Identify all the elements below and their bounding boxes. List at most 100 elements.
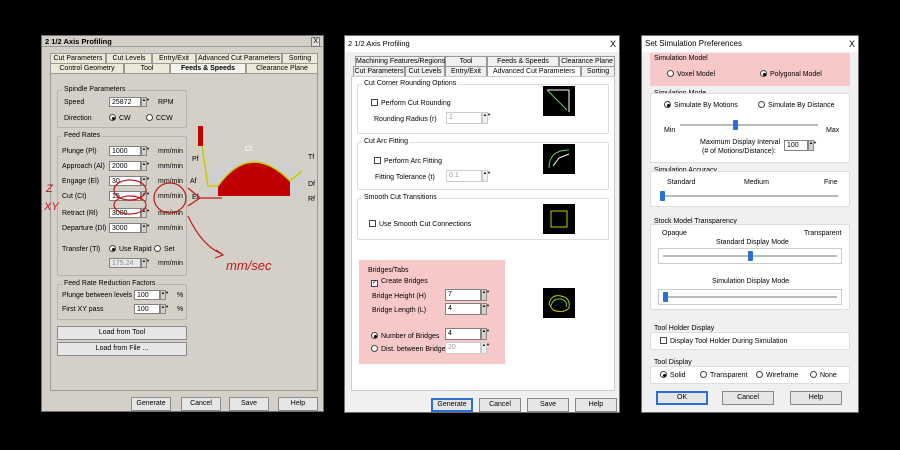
none-radio[interactable]: None [810, 371, 837, 380]
checkbox-icon [374, 157, 381, 164]
polygonal-model-label: Polygonal Model [770, 71, 822, 78]
feed-label: Plunge (Pl) [62, 148, 97, 155]
bridges-preview-icon [543, 288, 575, 318]
smooth-connections-checkbox[interactable]: Use Smooth Cut Connections [369, 220, 471, 229]
cancel-button[interactable]: Cancel [181, 397, 221, 411]
cancel-button[interactable]: Cancel [479, 398, 521, 412]
speed-input[interactable]: 25872 [109, 97, 141, 107]
check-icon: ✓ [371, 280, 378, 287]
number-of-bridges-radio[interactable]: Number of Bridges [371, 332, 439, 341]
bridge-height-input[interactable]: 7 [445, 289, 481, 301]
slider-thumb[interactable] [733, 120, 739, 130]
slider-thumb[interactable] [663, 292, 668, 302]
perform-rounding-checkbox[interactable]: Perform Cut Rounding [371, 99, 451, 108]
slider-thumb[interactable] [747, 251, 753, 261]
number-of-bridges-stepper[interactable]: ▲▼ [481, 328, 490, 340]
radio-icon [700, 371, 707, 378]
voxel-model-radio[interactable]: Voxel Model [667, 70, 715, 79]
transparent-label: Transparent [804, 230, 842, 237]
smooth-connections-label: Use Smooth Cut Connections [379, 221, 472, 228]
standard-display-slider[interactable] [658, 248, 842, 264]
display-interval-slider[interactable] [676, 118, 822, 132]
fitting-tolerance-stepper: ▲▼ [482, 170, 491, 182]
smooth-transitions-title: Smooth Cut Transitions [362, 194, 439, 201]
simulation-display-slider[interactable] [658, 289, 842, 305]
feed-stepper[interactable]: ▲▼ [141, 161, 150, 171]
number-of-bridges-input[interactable]: 4 [445, 328, 481, 340]
dist-between-radio[interactable]: Dist. between Bridges [371, 345, 449, 354]
radio-icon [146, 114, 153, 121]
close-icon[interactable]: X [311, 37, 320, 47]
feed-rates-title: Feed Rates [62, 132, 103, 139]
bridge-length-stepper[interactable]: ▲▼ [481, 303, 490, 315]
opaque-label: Opaque [662, 230, 687, 237]
feed-input[interactable]: 1000 [109, 146, 141, 156]
simulate-motions-radio[interactable]: Simulate By Motions [664, 101, 738, 110]
plunge-between-input[interactable]: 100 [134, 290, 160, 300]
feed-input[interactable]: 2000 [109, 161, 141, 171]
generate-button[interactable]: Generate [431, 398, 473, 412]
tool-shape [198, 126, 203, 146]
arc-fitting-title: Cut Arc Fitting [362, 138, 410, 145]
accuracy-medium-label: Medium [744, 179, 769, 186]
simulate-distance-radio[interactable]: Simulate By Distance [758, 101, 835, 110]
radio-icon [758, 101, 765, 108]
ccw-radio[interactable]: CCW [146, 114, 173, 123]
speed-stepper[interactable]: ▲▼ [141, 97, 150, 107]
interval-input[interactable]: 100 [784, 140, 808, 151]
create-bridges-checkbox[interactable]: ✓ Create Bridges [371, 277, 428, 287]
title-bar: 2 1/2 Axis Profiling X [42, 36, 323, 47]
solid-label: Solid [670, 372, 686, 379]
cancel-button[interactable]: Cancel [722, 391, 774, 405]
checkbox-icon [369, 220, 376, 227]
generate-button[interactable]: Generate [131, 397, 171, 411]
load-from-tool-button[interactable]: Load from Tool [57, 326, 187, 340]
feed-stepper[interactable]: ▲▼ [141, 146, 150, 156]
handwritten-annotations: Z XY mm/sec [43, 179, 272, 273]
plunge-between-stepper[interactable]: ▲▼ [160, 290, 169, 300]
title-bar: Set Simulation Preferences X [642, 36, 858, 52]
smooth-preview-icon [543, 204, 575, 234]
radio-icon [667, 70, 674, 77]
number-of-bridges-label: Number of Bridges [381, 333, 440, 340]
transparent-radio[interactable]: Transparent [700, 371, 747, 380]
slider-track [660, 195, 838, 197]
polygonal-model-radio[interactable]: Polygonal Model [760, 70, 822, 79]
accuracy-slider[interactable] [656, 189, 842, 203]
window-title: 2 1/2 Axis Profiling [45, 37, 112, 46]
slider-thumb[interactable] [660, 191, 665, 201]
first-xy-input[interactable]: 100 [134, 304, 160, 314]
slider-track [680, 124, 818, 126]
save-button[interactable]: Save [229, 397, 269, 411]
dist-between-stepper: ▲▼ [481, 342, 490, 354]
wireframe-radio[interactable]: Wireframe [756, 371, 798, 380]
bridge-height-stepper[interactable]: ▲▼ [481, 289, 490, 301]
save-button[interactable]: Save [527, 398, 569, 412]
bridge-length-input[interactable]: 4 [445, 303, 481, 315]
radio-icon [660, 371, 667, 378]
display-tool-holder-checkbox[interactable]: Display Tool Holder During Simulation [660, 337, 787, 346]
wireframe-label: Wireframe [766, 372, 799, 379]
window-feeds-speeds: 2 1/2 Axis Profiling X Cut Parameters Cu… [41, 35, 324, 412]
first-xy-stepper[interactable]: ▲▼ [160, 304, 169, 314]
title-bar: 2 1/2 Axis Profiling X [345, 36, 619, 52]
help-button[interactable]: Help [278, 397, 318, 411]
radio-icon [664, 101, 671, 108]
cw-radio[interactable]: CW [109, 114, 131, 123]
help-button[interactable]: Help [790, 391, 842, 405]
help-button[interactable]: Help [575, 398, 617, 412]
slider-track [663, 296, 837, 298]
interval-stepper[interactable]: ▲▼ [808, 140, 817, 151]
close-icon[interactable]: X [610, 36, 616, 52]
rounding-radius-label: Rounding Radius (r) [374, 116, 437, 123]
perform-arc-checkbox[interactable]: Perform Arc Fitting [374, 157, 442, 166]
solid-radio[interactable]: Solid [660, 371, 686, 380]
load-from-file-button[interactable]: Load from File ... [57, 342, 187, 356]
voxel-model-label: Voxel Model [677, 71, 716, 78]
label-cf: Cf [245, 146, 252, 153]
radio-icon [371, 332, 378, 339]
close-icon[interactable]: X [849, 36, 855, 52]
checkbox-icon [660, 337, 667, 344]
ok-button[interactable]: OK [656, 391, 708, 405]
perform-arc-label: Perform Arc Fitting [384, 158, 442, 165]
